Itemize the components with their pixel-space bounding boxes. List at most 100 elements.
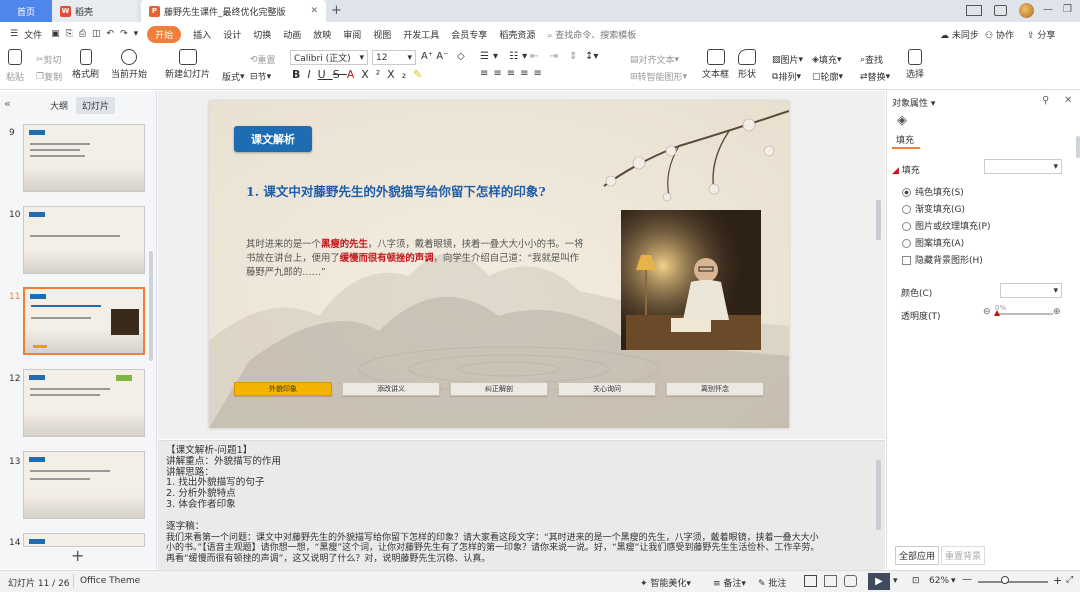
beautify-button[interactable]: ✦ 智能美化▾ [640,576,691,589]
select-button[interactable]: 选择 [906,49,924,80]
hamburger-icon[interactable]: ☰ [10,29,18,39]
avatar[interactable] [1019,3,1034,18]
canvas-scrollbar[interactable] [876,200,881,240]
dropdown-icon[interactable]: ▾ [134,29,139,39]
nav-button-farewell[interactable]: 离别怀念 [666,382,764,396]
paste-label[interactable]: 粘贴 [6,70,24,83]
sync-status[interactable]: ☁ 未同步 [940,28,979,41]
play-slideshow-icon[interactable]: ▶ [868,573,890,590]
slide-thumbnail-11[interactable] [23,287,145,355]
tab-document[interactable]: P 藤野先生课件_最终优化完整版 ✕ [141,0,326,22]
menu-transition[interactable]: 切换 [253,28,271,41]
notes-button[interactable]: ≡ 备注▾ [713,576,746,589]
section-button[interactable]: ⊟ 节 ▾ [250,70,271,84]
option-solid-fill[interactable]: 纯色填充(S) [902,185,964,198]
replace-button[interactable]: ⇄ 替换 ▾ [860,70,890,84]
option-picture-fill[interactable]: 图片或纹理填充(P) [902,219,990,232]
normal-view-icon[interactable] [804,575,817,587]
arrange-button[interactable]: ⧉ 排列 ▾ [772,70,801,84]
indent-buttons[interactable]: ⇤ ⇥ ⇕ [530,51,582,62]
window-icon[interactable]: ❐ [1063,4,1072,15]
nav-button-notes[interactable]: 添改讲义 [342,382,440,396]
slide-thumbnail-9[interactable] [23,124,145,192]
text-box-button[interactable]: 文本框 [702,49,729,80]
slide[interactable]: 课文解析 1. 课文中对藤野先生的外貌描写给你留下怎样的印象? 其时进来的是一个… [209,101,789,428]
comment-button[interactable]: ✎ 批注 [758,576,786,589]
slide-thumbnail-13[interactable] [23,451,145,519]
find-button[interactable]: ⌕ 查找 [860,53,883,67]
slide-sorter-icon[interactable] [824,575,837,587]
font-grow-icon[interactable]: A⁺ A⁻ [421,51,448,62]
apply-all-button[interactable]: 全部应用 [895,546,940,565]
option-gradient-fill[interactable]: 渐变填充(G) [902,202,965,215]
align-buttons[interactable]: ≡≡≡≡≡ [480,68,547,79]
close-tab-icon[interactable]: ✕ [310,6,318,16]
color-select[interactable]: ▾ [1000,283,1062,298]
menu-start[interactable]: 开始 [147,25,182,43]
smart-art-button[interactable]: ⊞ 转智能图形 ▾ [630,70,687,84]
slide-thumbnail-10[interactable] [23,206,145,274]
list-buttons[interactable]: ☰▾ ☷▾ [480,51,531,62]
menu-design[interactable]: 设计 [223,28,241,41]
zoom-level[interactable]: 62% [929,576,949,586]
close-icon[interactable]: ✕ [1064,95,1072,106]
fill-tab[interactable]: 填充 [896,133,914,146]
menu-slideshow[interactable]: 放映 [313,28,331,41]
transparency-plus[interactable]: ⊕ [1053,307,1061,317]
export-icon[interactable]: ⎘ [66,29,73,39]
zoom-out-icon[interactable]: — [962,574,972,585]
command-search[interactable]: ⌕ 查找命令、搜索模板 [547,28,636,41]
menu-insert[interactable]: 插入 [193,28,211,41]
speaker-notes[interactable]: 【课文解析-问题1】 讲解重点：外貌描写的作用 讲解思路： 1. 找出外貌描写的… [158,440,885,570]
notes-scrollbar[interactable] [876,460,881,530]
layout-icon[interactable] [966,5,982,16]
undo-icon[interactable]: ↶ [107,29,115,39]
menu-developer[interactable]: 开发工具 [403,28,439,41]
panel-scrollbar[interactable] [149,251,153,361]
fit-window-icon[interactable]: ⊡ [912,576,920,586]
minimize-icon[interactable]: — [1043,4,1053,15]
menu-view[interactable]: 视图 [373,28,391,41]
add-slide-icon[interactable]: + [71,546,84,565]
outline-button[interactable]: ▢ 轮廓 ▾ [812,70,843,84]
menu-file[interactable]: 文件 [24,28,42,41]
nav-button-anatomy[interactable]: 纠正解剖 [450,382,548,396]
tab-slides[interactable]: 幻灯片 [76,97,116,114]
zoom-slider-handle[interactable] [1001,576,1009,584]
slider-handle[interactable] [994,310,1000,316]
play-dropdown-icon[interactable]: ▾ [893,576,898,586]
play-button[interactable]: 当前开始 [111,49,147,80]
line-spacing-icon[interactable]: ↕▾ [585,51,598,62]
slide-thumbnail-14[interactable] [23,533,145,547]
menu-resources[interactable]: 稻壳资源 [499,28,535,41]
menu-review[interactable]: 审阅 [343,28,361,41]
copy-button[interactable]: ❐ 复制 [36,70,62,84]
fill-section-header[interactable]: ◢ 填充 [892,163,920,176]
save-icon[interactable]: ▣ [51,29,60,39]
new-tab-icon[interactable]: + [331,3,342,18]
shape-button[interactable]: 形状 [738,49,756,80]
redo-icon[interactable]: ↷ [120,29,128,39]
reading-view-icon[interactable] [844,575,857,587]
menu-member[interactable]: 会员专享 [451,28,487,41]
tab-home[interactable]: 首页 [0,0,52,22]
format-painter-button[interactable]: 格式刷 [72,49,99,80]
cut-button[interactable]: ✂ 剪切 [36,53,62,67]
clear-format-icon[interactable]: ◇ [457,51,465,62]
text-format-buttons[interactable]: B I U S A X²X₂ ✎ [292,68,429,81]
pin-icon[interactable]: ⚲ [1042,95,1049,106]
slide-thumbnail-12[interactable] [23,369,145,437]
nav-button-appearance[interactable]: 外貌印象 [234,382,332,396]
nav-button-care[interactable]: 关心询问 [558,382,656,396]
zoom-in-icon[interactable]: + [1053,574,1062,587]
transparency-slider[interactable] [995,313,1053,315]
fill-button[interactable]: ◈ 填充 ▾ [812,53,841,67]
zoom-dropdown-icon[interactable]: ▾ [951,576,956,586]
font-size-select[interactable]: 12 ▾ [372,50,416,65]
fullscreen-icon[interactable]: ⤢ [1066,575,1073,585]
collapse-panel-icon[interactable]: « [4,97,11,110]
panel-scrollbar[interactable] [1076,136,1080,158]
zoom-slider[interactable] [978,581,1048,583]
transparency-minus[interactable]: ⊖ [983,307,991,317]
grid-icon[interactable] [994,5,1007,16]
